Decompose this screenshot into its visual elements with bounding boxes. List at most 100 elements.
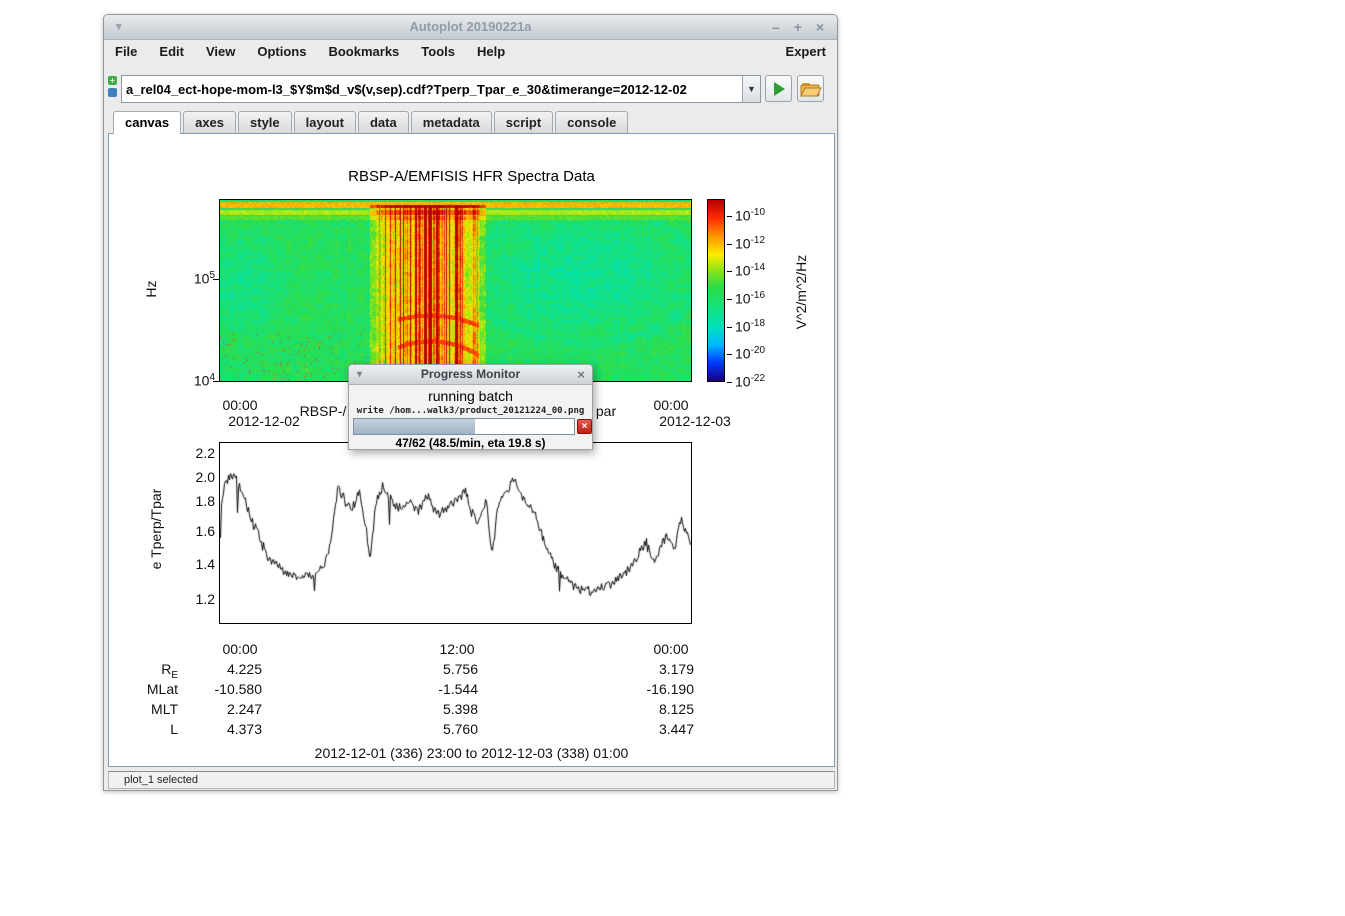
plot2-ytick: 1.6 xyxy=(167,523,215,539)
plot2-ytick: 1.4 xyxy=(167,556,215,572)
colorbar-tick: 10-22 xyxy=(727,373,765,390)
tick-mark xyxy=(727,244,732,245)
green-plus-icon[interactable]: + xyxy=(108,76,117,85)
tab-data[interactable]: data xyxy=(358,111,409,133)
plot2-title-fragment-right: par xyxy=(596,403,616,419)
ephemeris-label: L xyxy=(109,721,178,737)
plot2-xtick: 12:00 xyxy=(439,641,474,657)
colorbar-tick: 10-18 xyxy=(727,318,765,335)
go-plot-button[interactable] xyxy=(765,75,792,102)
progress-bar xyxy=(353,418,575,435)
main-tabs: canvas axes style layout data metadata s… xyxy=(113,111,630,133)
datasource-status-icons: + xyxy=(107,76,119,100)
colorbar-label: V^2/m^2/Hz xyxy=(793,255,809,330)
tab-metadata[interactable]: metadata xyxy=(411,111,492,133)
menu-help[interactable]: Help xyxy=(466,42,516,61)
blue-data-icon[interactable] xyxy=(108,88,117,97)
colorbar[interactable] xyxy=(707,199,725,382)
menu-options[interactable]: Options xyxy=(246,42,317,61)
folder-icon xyxy=(798,76,823,101)
plot2-ytick: 1.8 xyxy=(167,493,215,509)
tick-mark xyxy=(727,216,732,217)
plot-canvas-panel: RBSP-A/EMFISIS HFR Spectra Data Hz 105 1… xyxy=(108,133,835,767)
uri-toolbar: + ▼ xyxy=(104,62,837,110)
tab-axes[interactable]: axes xyxy=(183,111,236,133)
timeseries-plot[interactable] xyxy=(219,442,692,624)
minimize-button[interactable]: – xyxy=(767,15,785,39)
status-bar: plot_1 selected xyxy=(108,771,835,789)
menu-view[interactable]: View xyxy=(195,42,246,61)
progress-task-label: running batch xyxy=(349,388,592,404)
tab-script[interactable]: script xyxy=(494,111,553,133)
plot1-title: RBSP-A/EMFISIS HFR Spectra Data xyxy=(109,168,834,185)
window-collapse-icon[interactable]: ▾ xyxy=(116,15,122,39)
dialog-title: Progress Monitor xyxy=(421,367,520,381)
plot2-xtick: 00:00 xyxy=(222,641,257,657)
uri-dropdown-button[interactable]: ▼ xyxy=(742,76,760,102)
colorbar-tick: 10-16 xyxy=(727,290,765,307)
ephemeris-value: 3.179 xyxy=(614,661,694,677)
plot2-ytick: 2.2 xyxy=(167,445,215,461)
ephemeris-value: 3.447 xyxy=(614,721,694,737)
autoplot-window: ▾ Autoplot 20190221a – + × File Edit Vie… xyxy=(103,14,838,791)
plot1-ytick-1e5: 105 xyxy=(167,270,215,287)
menu-edit[interactable]: Edit xyxy=(148,42,195,61)
ephemeris-value: -16.190 xyxy=(614,681,694,697)
ephemeris-value: 8.125 xyxy=(614,701,694,717)
progress-status-label: 47/62 (48.5/min, eta 19.8 s) xyxy=(349,436,592,450)
tick-mark xyxy=(727,271,732,272)
close-button[interactable]: × xyxy=(811,15,829,39)
ephemeris-value: 5.756 xyxy=(398,661,478,677)
ephemeris-value: -10.580 xyxy=(182,681,262,697)
plot1-xtick-right-time: 00:00 xyxy=(653,397,688,413)
ephemeris-value: 2.247 xyxy=(182,701,262,717)
expert-toggle[interactable]: Expert xyxy=(775,42,837,61)
tick-mark xyxy=(727,354,732,355)
plot1-xtick-right-date: 2012-12-03 xyxy=(659,413,731,429)
tick-mark xyxy=(727,327,732,328)
colorbar-tick: 10-12 xyxy=(727,235,765,252)
tab-style[interactable]: style xyxy=(238,111,292,133)
progress-monitor-dialog[interactable]: ▾ Progress Monitor × running batch write… xyxy=(348,364,593,450)
ephemeris-label: MLat xyxy=(109,681,178,697)
plot1-ytick-1e4: 104 xyxy=(167,372,215,389)
ephemeris-value: 5.398 xyxy=(398,701,478,717)
ephemeris-label: RE xyxy=(109,661,178,681)
dialog-titlebar[interactable]: ▾ Progress Monitor × xyxy=(349,365,592,385)
tab-canvas[interactable]: canvas xyxy=(113,111,181,134)
menubar: File Edit View Options Bookmarks Tools H… xyxy=(104,40,837,62)
chevron-down-icon: ▼ xyxy=(747,84,756,94)
window-titlebar[interactable]: ▾ Autoplot 20190221a – + × xyxy=(104,15,837,40)
window-title: Autoplot 20190221a xyxy=(409,19,531,34)
ephemeris-value: 4.373 xyxy=(182,721,262,737)
tab-layout[interactable]: layout xyxy=(294,111,356,133)
spectrogram-plot[interactable] xyxy=(219,199,692,382)
menu-file[interactable]: File xyxy=(104,42,148,61)
plot2-ylabel: e Tperp/Tpar xyxy=(148,489,164,570)
colorbar-tick: 10-20 xyxy=(727,345,765,362)
time-range-label: 2012-12-01 (336) 23:00 to 2012-12-03 (33… xyxy=(109,745,834,761)
menu-bookmarks[interactable]: Bookmarks xyxy=(317,42,410,61)
status-text: plot_1 selected xyxy=(124,774,198,786)
plot2-ytick: 1.2 xyxy=(167,591,215,607)
plot1-xtick-left-time: 00:00 xyxy=(222,397,257,413)
uri-combobox: ▼ xyxy=(121,75,761,103)
open-file-button[interactable] xyxy=(797,75,824,102)
tick-mark xyxy=(727,382,732,383)
tick-mark xyxy=(727,299,732,300)
progress-bar-fill xyxy=(354,419,475,434)
plot1-xtick-left-date: 2012-12-02 xyxy=(228,413,300,429)
maximize-button[interactable]: + xyxy=(789,15,807,39)
colorbar-tick: 10-14 xyxy=(727,262,765,279)
uri-input[interactable] xyxy=(122,76,742,102)
play-icon xyxy=(774,82,785,96)
dialog-close-icon[interactable]: × xyxy=(577,365,585,384)
ephemeris-value: 4.225 xyxy=(182,661,262,677)
tab-console[interactable]: console xyxy=(555,111,628,133)
cancel-button[interactable]: × xyxy=(577,419,592,434)
menu-tools[interactable]: Tools xyxy=(410,42,466,61)
plot2-title-fragment-left: RBSP-/ xyxy=(300,403,347,419)
dialog-collapse-icon[interactable]: ▾ xyxy=(357,365,362,384)
progress-detail-label: write /hom...walk3/product_20121224_00.p… xyxy=(349,406,592,416)
desktop: ▾ Autoplot 20190221a – + × File Edit Vie… xyxy=(0,0,1345,916)
